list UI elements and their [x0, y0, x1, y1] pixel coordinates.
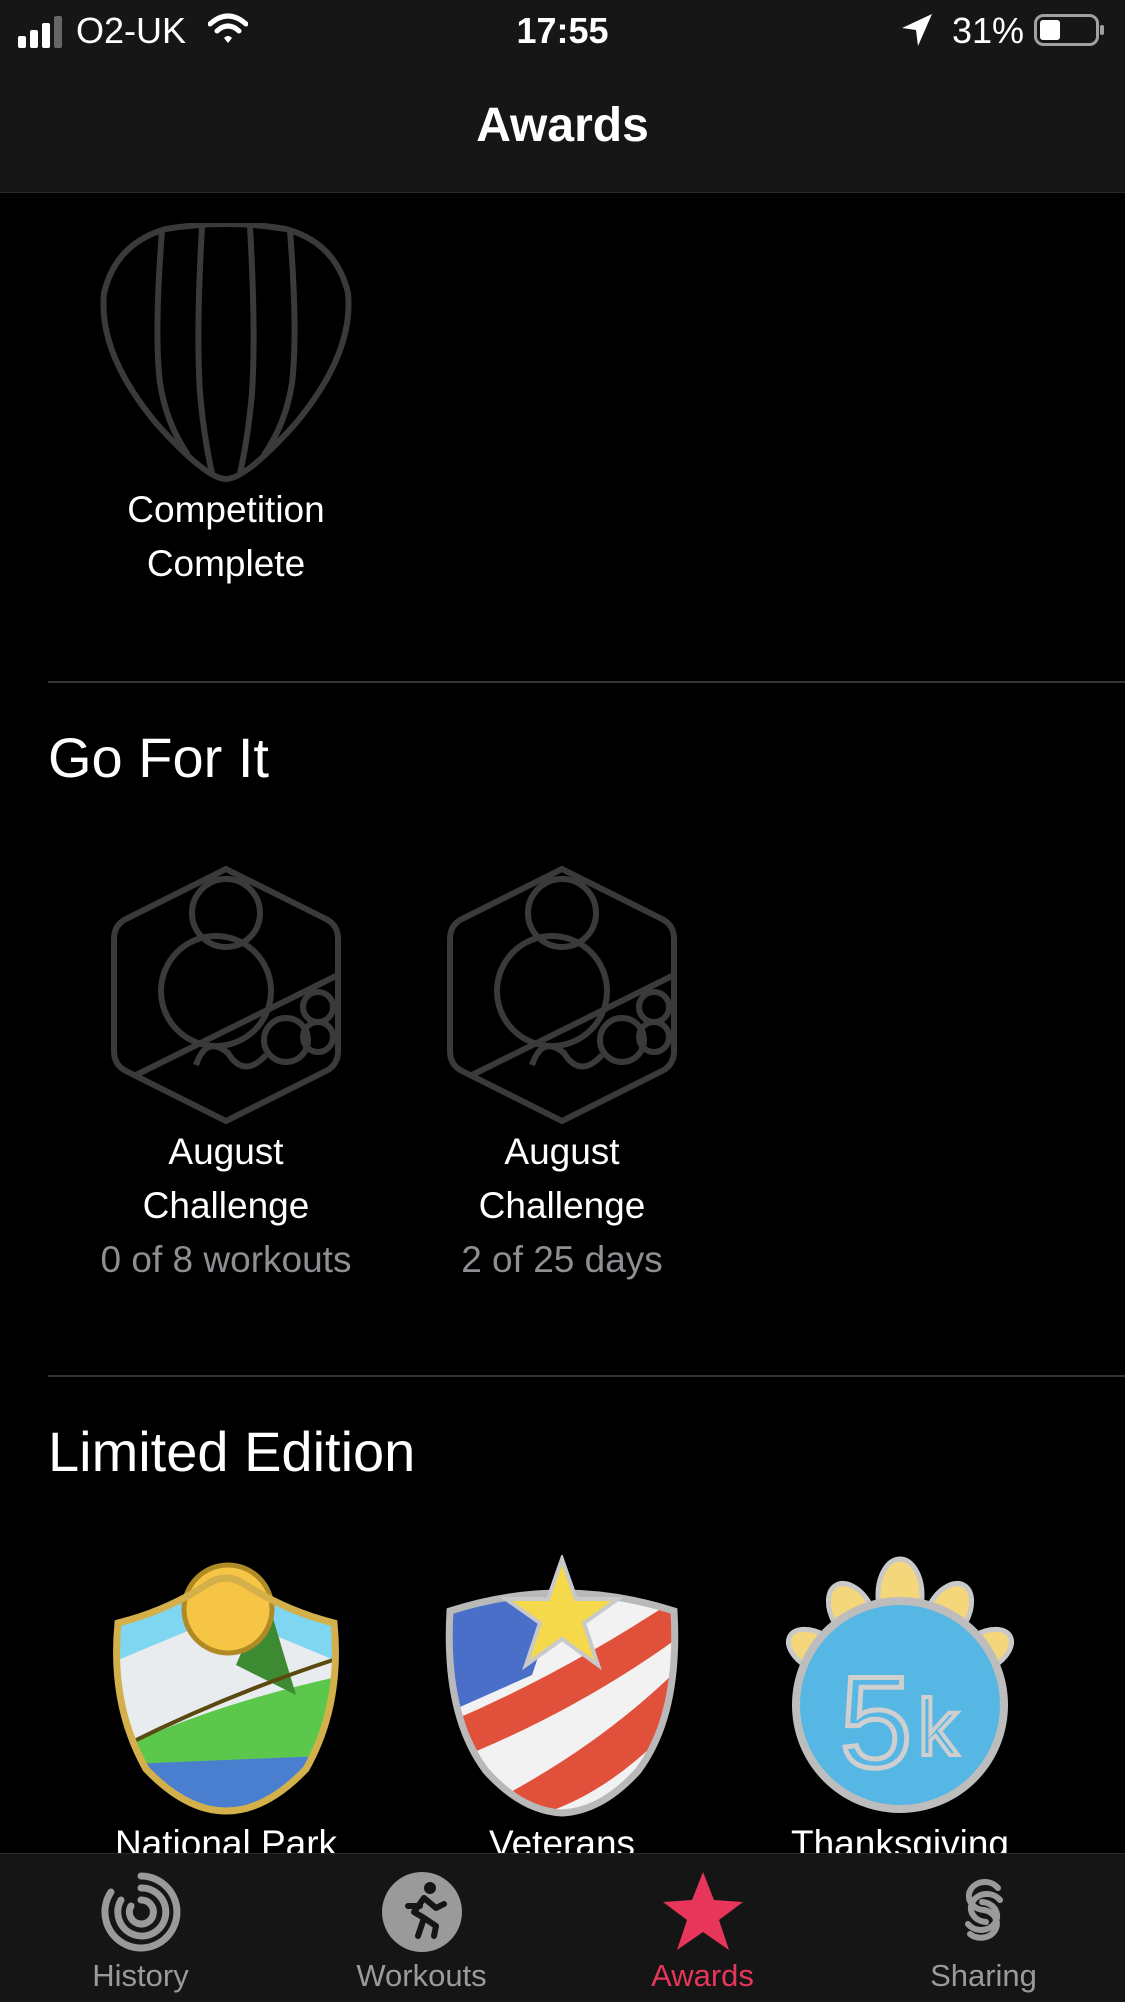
status-bar: O2-UK 17:55 31%	[0, 0, 1125, 64]
award-thanksgiving[interactable]: 5 k Thanksgiving	[750, 1555, 1050, 1853]
award-august-challenge-workouts[interactable]: August Challenge 0 of 8 workouts	[76, 865, 376, 1287]
section-title: Go For It	[48, 726, 269, 789]
veterans-badge-icon	[445, 1555, 679, 1817]
section-divider	[48, 681, 1125, 683]
svg-text:5: 5	[840, 1649, 912, 1795]
top-bar: O2-UK 17:55 31% Awards	[0, 0, 1125, 193]
battery-percentage: 31%	[952, 10, 1025, 51]
award-label: Challenge	[478, 1185, 646, 1226]
award-label: August	[168, 1131, 284, 1172]
award-label: Veterans	[488, 1823, 636, 1853]
award-progress: 0 of 8 workouts	[100, 1239, 352, 1280]
sharing-icon	[964, 1879, 1003, 1941]
awards-scroll-area[interactable]: Competition Complete Go For It August Ch…	[0, 193, 1125, 1853]
section-divider	[48, 1375, 1125, 1377]
award-veterans[interactable]: Veterans	[412, 1555, 712, 1853]
august-challenge-badge-icon	[447, 865, 677, 1125]
page-title: Awards	[476, 99, 649, 152]
tab-bar: History Workouts Awards Sharing	[0, 1853, 1125, 2002]
award-label: Competition	[127, 489, 325, 530]
tab-label: Awards	[651, 1958, 754, 1993]
star-icon	[662, 1872, 743, 1950]
location-arrow-icon	[902, 14, 932, 46]
award-label: August	[504, 1131, 620, 1172]
tab-label: Workouts	[356, 1958, 487, 1993]
activity-rings-icon	[100, 1872, 180, 1952]
award-progress: 2 of 25 days	[461, 1239, 663, 1280]
competition-badge-icon	[100, 223, 352, 483]
award-label: National Park	[114, 1823, 338, 1853]
tab-sharing[interactable]: Sharing	[843, 1854, 1124, 2002]
battery-icon	[1034, 14, 1104, 46]
award-label: Challenge	[142, 1185, 310, 1226]
svg-text:k: k	[918, 1683, 959, 1772]
tab-label: History	[92, 1958, 189, 1993]
thanksgiving-5k-badge-icon: 5 k	[786, 1556, 1014, 1813]
award-competition-complete[interactable]: Competition Complete	[76, 223, 376, 591]
runner-icon	[381, 1872, 462, 1952]
august-challenge-badge-icon	[111, 865, 341, 1125]
tab-awards[interactable]: Awards	[562, 1854, 843, 2002]
section-title: Limited Edition	[48, 1420, 416, 1483]
national-park-badge-icon	[113, 1562, 339, 1815]
tab-history[interactable]: History	[0, 1854, 281, 2002]
award-label: Complete	[146, 543, 306, 584]
award-label: Thanksgiving	[790, 1823, 1009, 1853]
tab-label: Sharing	[930, 1958, 1037, 1993]
award-national-park[interactable]: National Park	[76, 1555, 376, 1853]
tab-workouts[interactable]: Workouts	[281, 1854, 562, 2002]
award-august-challenge-days[interactable]: August Challenge 2 of 25 days	[412, 865, 712, 1287]
